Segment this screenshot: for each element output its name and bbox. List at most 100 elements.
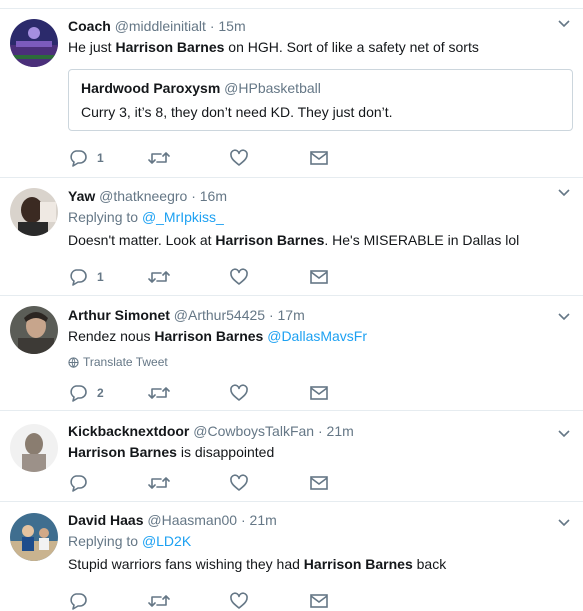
tweet-text: He just Harrison Barnes on HGH. Sort of … (68, 37, 571, 57)
avatar-coach[interactable] (10, 19, 58, 67)
text-part: Doesn't matter. Look at (68, 232, 216, 248)
dm-icon (310, 594, 328, 608)
tweet-5[interactable]: David Haas @Haasman00 · 21m Replying to … (0, 502, 583, 610)
tweet-text: Stupid warriors fans wishing they had Ha… (68, 554, 571, 574)
separator-dot: · (209, 18, 215, 34)
username[interactable]: @Arthur54425 (174, 307, 265, 323)
retweet-button[interactable] (148, 383, 170, 403)
like-icon (230, 268, 248, 285)
tweet-header: Coach @middleinitialt · 15m (68, 17, 571, 35)
fullname[interactable]: Coach (68, 18, 111, 34)
tweet-text: Rendez nous Harrison Barnes @DallasMavsF… (68, 326, 571, 346)
reply-button[interactable] (68, 473, 88, 493)
timestamp[interactable]: 16m (200, 188, 227, 204)
replying-to: Replying to @LD2K (68, 531, 571, 551)
highlight-term: Harrison Barnes (68, 444, 177, 460)
tweet-4[interactable]: Kickbacknextdoor @CowboysTalkFan · 21m H… (0, 411, 583, 502)
like-button[interactable] (230, 383, 248, 403)
avatar-kickback[interactable] (10, 424, 58, 472)
like-icon (230, 149, 248, 166)
retweet-button[interactable] (148, 473, 170, 493)
dm-button[interactable] (310, 383, 328, 403)
like-icon (230, 474, 248, 491)
avatar-yaw[interactable] (10, 188, 58, 236)
tweet-header: Kickbacknextdoor @CowboysTalkFan · 21m (68, 422, 571, 440)
username[interactable]: @CowboysTalkFan (193, 423, 314, 439)
quoted-tweet[interactable]: Hardwood Paroxysm @HPbasketball Curry 3,… (68, 69, 573, 131)
text-part: on HGH. Sort of like a safety net of sor… (224, 39, 479, 55)
timestamp[interactable]: 21m (250, 512, 277, 528)
tweet-header: Yaw @thatkneegro · 16m (68, 187, 571, 205)
retweet-icon (148, 387, 170, 399)
tweet-header: Arthur Simonet @Arthur54425 · 17m (68, 306, 571, 324)
tweet-1[interactable]: Coach @middleinitialt · 15m He just Harr… (0, 9, 583, 178)
text-part: He just (68, 39, 116, 55)
highlight-term: Harrison Barnes (215, 232, 325, 248)
fullname[interactable]: Kickbacknextdoor (68, 423, 189, 439)
reply-icon (70, 385, 87, 402)
text-part: . He's MISERABLE in Dallas lol (324, 232, 520, 248)
text-part: back (412, 556, 447, 572)
separator-dot: · (240, 512, 246, 528)
username[interactable]: @Haasman00 (147, 512, 237, 528)
separator-dot: · (317, 423, 323, 439)
text-part: is disappointed (176, 444, 275, 460)
fullname[interactable]: Yaw (68, 188, 95, 204)
like-icon (230, 592, 248, 609)
replying-label: Replying to (68, 209, 142, 225)
text-part: Rendez nous (68, 328, 155, 344)
fullname[interactable]: Arthur Simonet (68, 307, 170, 323)
username[interactable]: @middleinitialt (115, 18, 206, 34)
tweet-3[interactable]: Arthur Simonet @Arthur54425 · 17m Rendez… (0, 296, 583, 411)
retweet-button[interactable] (148, 591, 170, 611)
dm-button[interactable] (310, 473, 328, 493)
like-button[interactable] (230, 267, 248, 287)
dm-icon (310, 151, 328, 165)
feed-top-divider (0, 0, 583, 9)
dm-icon (310, 386, 328, 400)
avatar-arthur[interactable] (10, 306, 58, 354)
quote-username: @HPbasketball (224, 80, 321, 96)
fullname[interactable]: David Haas (68, 512, 143, 528)
retweet-icon (148, 477, 170, 489)
like-button[interactable] (230, 591, 248, 611)
translate-tweet[interactable]: Translate Tweet (68, 354, 571, 370)
tweet-text: Doesn't matter. Look at Harrison Barnes.… (68, 230, 571, 250)
highlight-term: Harrison Barnes (303, 556, 413, 572)
avatar-david[interactable] (10, 513, 58, 561)
tweet-feed: Coach @middleinitialt · 15m He just Harr… (0, 0, 583, 610)
reply-count: 1 (97, 151, 104, 165)
quote-header: Hardwood Paroxysm @HPbasketball (81, 79, 560, 97)
like-button[interactable] (230, 148, 248, 168)
quote-text: Curry 3, it’s 8, they don’t need KD. The… (81, 104, 393, 120)
reply-icon (70, 269, 87, 286)
dm-button[interactable] (310, 267, 328, 287)
tweet-2[interactable]: Yaw @thatkneegro · 16m Replying to @_MrI… (0, 178, 583, 296)
quote-fullname: Hardwood Paroxysm (81, 80, 221, 96)
dm-button[interactable] (310, 148, 328, 168)
replying-to: Replying to @_MrIpkiss_ (68, 207, 571, 227)
reply-icon (70, 593, 87, 610)
reply-button[interactable]: 1 (68, 148, 104, 168)
retweet-button[interactable] (148, 148, 170, 168)
reply-button[interactable]: 1 (68, 267, 104, 287)
replying-to-link[interactable]: @_MrIpkiss_ (142, 209, 224, 225)
reply-button[interactable] (68, 591, 88, 611)
retweet-button[interactable] (148, 267, 170, 287)
username[interactable]: @thatkneegro (99, 188, 187, 204)
reply-button[interactable]: 2 (68, 383, 104, 403)
timestamp[interactable]: 21m (327, 423, 354, 439)
mention-link[interactable]: @DallasMavsFr (263, 328, 367, 344)
retweet-icon (148, 595, 170, 607)
timestamp[interactable]: 15m (218, 18, 245, 34)
like-button[interactable] (230, 473, 248, 493)
timestamp[interactable]: 17m (278, 307, 305, 323)
tweet-text: Harrison Barnes is disappointed (68, 442, 571, 462)
dm-icon (310, 476, 328, 490)
retweet-icon (148, 271, 170, 283)
highlight-term: Harrison Barnes (115, 39, 225, 55)
reply-count: 1 (97, 270, 104, 284)
dm-button[interactable] (310, 591, 328, 611)
highlight-term: Harrison Barnes (154, 328, 264, 344)
replying-to-link[interactable]: @LD2K (142, 533, 191, 549)
